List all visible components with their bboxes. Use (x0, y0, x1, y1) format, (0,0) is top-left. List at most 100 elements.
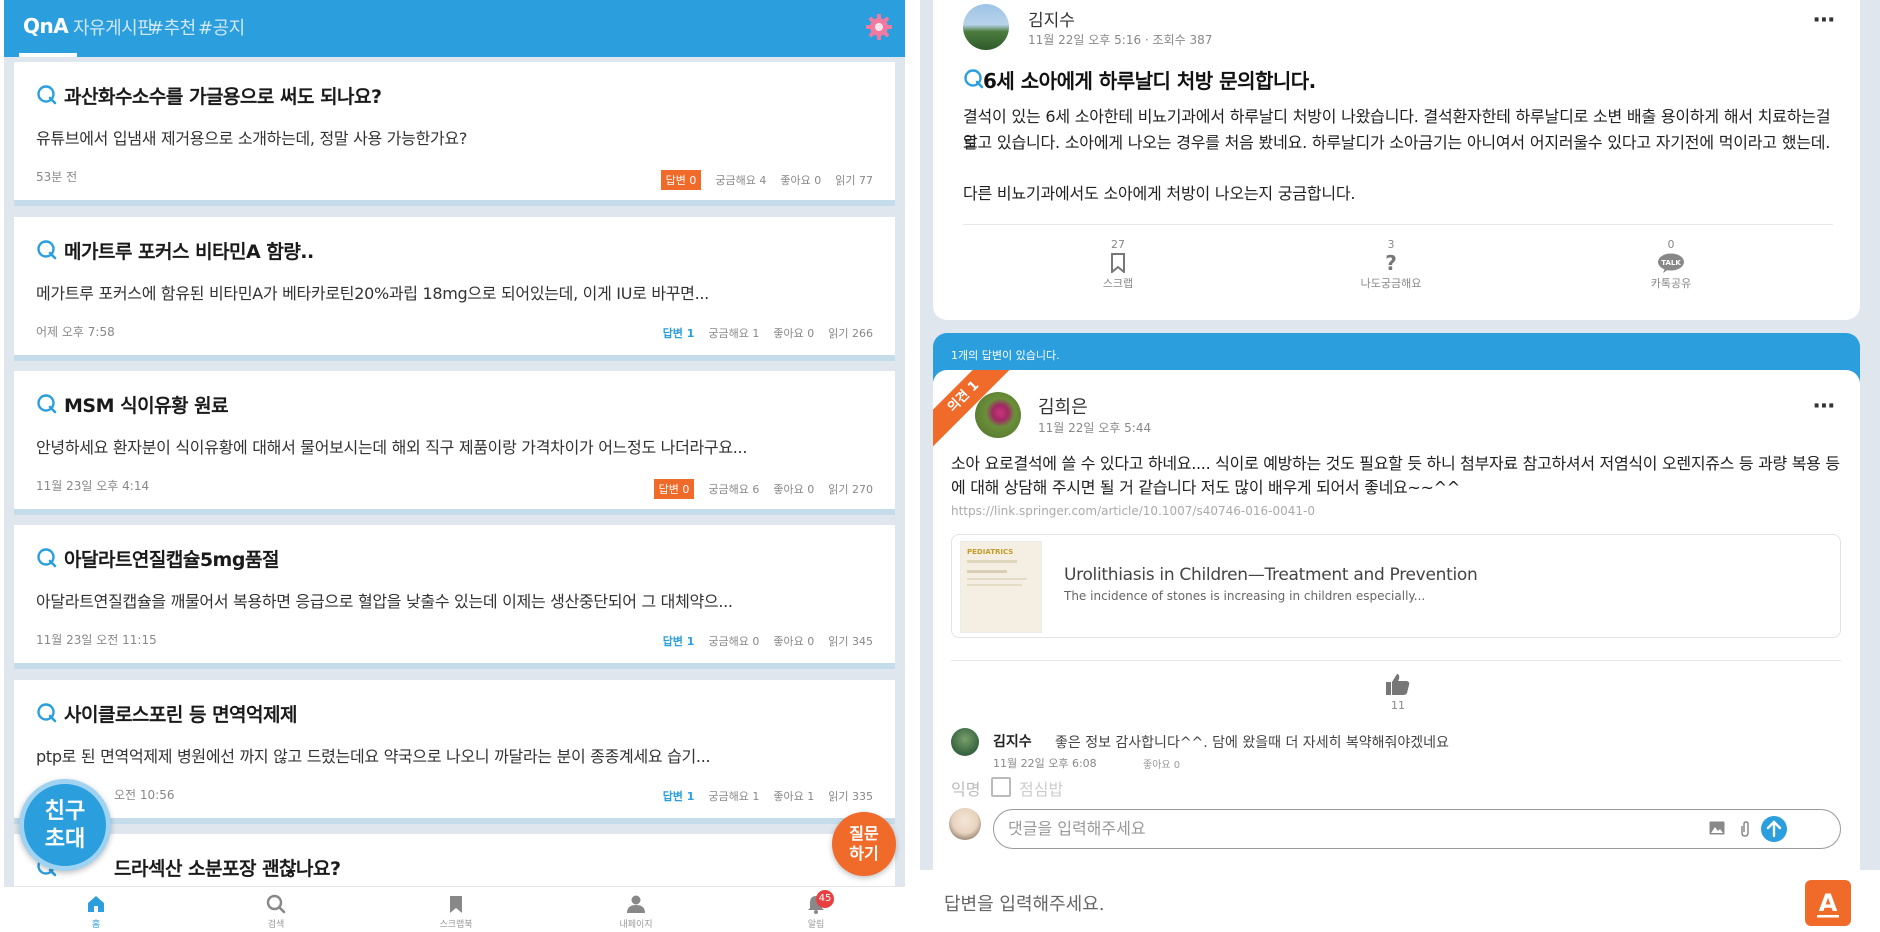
question-stats: 답변 1 궁금해요 1 좋아요 0 읽기 266 (663, 325, 873, 341)
nav-home[interactable]: 홈 (56, 893, 136, 930)
thumbs-up-icon (1386, 674, 1410, 695)
question-title: 사이클로스포린 등 면역억제제 (64, 704, 297, 726)
bottom-navigation: 홈 검색 스크랩북 내페이지 알림 (4, 886, 905, 932)
question-card[interactable]: 과산화수소수를 가글용으로 써도 되나요? 유튜브에서 입냄새 제거용으로 소개… (14, 62, 895, 206)
like-count: 좋아요 0 (773, 483, 815, 496)
post-author-name[interactable]: 김지수 (1028, 6, 1075, 31)
answer-count-badge: 답변 1 (662, 635, 695, 648)
like-count: 좋아요 0 (773, 635, 815, 648)
question-post: 김지수 11월 22일 오후 5:16 · 조회수 387 ⋯ 6세 소아에게 … (933, 0, 1860, 320)
read-count: 읽기 270 (828, 483, 873, 496)
image-attach-icon[interactable] (1709, 821, 1725, 835)
top-tab-bar: QnA 자유게시판 #추천 #공지 (4, 0, 905, 57)
curious-count: 궁금해요 0 (708, 635, 760, 648)
question-q-icon (37, 240, 57, 260)
nav-search[interactable]: 검색 (236, 893, 316, 930)
question-q-icon (964, 69, 984, 89)
svg-text:TALK: TALK (1661, 259, 1681, 267)
ask-label-line1: 질문 (849, 824, 879, 843)
post-body-line: 다른 비뇨기과에서도 소아에게 처방이 나오는지 궁금합니다. (963, 184, 1356, 203)
tab-recommend[interactable]: #추천 (149, 14, 196, 40)
more-options-icon[interactable]: ⋯ (1813, 8, 1836, 33)
question-preview: ptp로 된 면역억제제 병원에선 까지 않고 드렸는데요 약국으로 나오니 까… (36, 747, 711, 766)
thumb-journal-name: PEDIATRICS (967, 548, 1014, 556)
question-time: 11월 23일 오후 4:14 (36, 479, 150, 493)
arrow-up-icon (1766, 820, 1782, 838)
answer-author-name[interactable]: 김희은 (1038, 393, 1088, 419)
answer-count-badge: 답변 0 (653, 479, 695, 499)
question-preview: 아달라트연질캡슐을 깨물어서 복용하면 응급으로 혈압을 낮출수 있는데 이제는… (36, 592, 733, 611)
question-card[interactable]: 메가트루 포커스 비타민A 함량.. 메가트루 포커스에 함유된 비타민A가 베… (14, 217, 895, 361)
more-options-icon[interactable]: ⋯ (1813, 394, 1836, 419)
question-preview: 유튜브에서 입냄새 제거용으로 소개하는데, 정말 사용 가능한가요? (36, 129, 468, 148)
nav-scrapbook[interactable]: 스크랩북 (416, 893, 496, 930)
divider (951, 660, 1841, 661)
scrap-label: 스크랩 (1102, 277, 1134, 290)
tab-free-board[interactable]: 자유게시판 (73, 14, 154, 40)
question-q-icon (37, 394, 57, 414)
me-too-curious-button[interactable]: 3 ? 나도궁금해요 (1331, 238, 1451, 291)
paperclip-icon[interactable] (1739, 821, 1751, 837)
link-preview-card[interactable]: PEDIATRICS Urolithiasis in Children—Trea… (951, 534, 1841, 638)
question-preview: 메가트루 포커스에 함유된 비타민A가 베타카로틴20%과립 18mg으로 되어… (36, 284, 709, 303)
post-title: 6세 소아에게 하루날디 처방 문의합니다. (983, 69, 1316, 93)
question-card[interactable]: 사이클로스포린 등 면역억제제 ptp로 된 면역억제제 병원에선 까지 않고 … (14, 680, 895, 824)
answer-like-button[interactable]: 11 (1373, 672, 1423, 712)
question-title: 메가트루 포커스 비타민A 함량.. (64, 241, 314, 263)
question-card[interactable]: 아달라트연질캡슐5mg품절 아달라트연질캡슐을 깨물어서 복용하면 응급으로 혈… (14, 525, 895, 669)
comment-like-button[interactable]: 좋아요 0 (1143, 756, 1180, 771)
answer-count-badge: 답변 1 (662, 790, 695, 803)
question-q-icon (37, 548, 57, 568)
answer-input-bar: 답변을 입력해주세요. A (920, 870, 1880, 932)
send-comment-button[interactable] (1761, 816, 1787, 842)
curious-count: 궁금해요 1 (708, 790, 760, 803)
question-stats: 답변 1 궁금해요 0 좋아요 0 읽기 345 (663, 633, 873, 649)
question-mark-icon: ? (1385, 253, 1397, 273)
comment-text: 좋은 정보 감사합니다^^. 담에 왔을때 더 자세히 복약해줘야겠네요 (1055, 735, 1449, 751)
question-stats: 답변 0 궁금해요 6 좋아요 0 읽기 270 (653, 479, 873, 499)
search-icon (266, 894, 286, 914)
person-icon (627, 895, 645, 913)
write-answer-button[interactable]: A (1805, 880, 1851, 926)
question-time: 어제 오후 7:58 (36, 325, 115, 339)
post-body-line: 알고 있습니다. 소아에게 나오는 경우를 처음 봤네요. 하루날디가 소아금기… (963, 133, 1831, 152)
question-preview: 안녕하세요 환자분이 식이유황에 대해서 물어보시는데 해외 직구 제품이랑 가… (36, 438, 748, 457)
answer-input[interactable]: 답변을 입력해주세요. (944, 890, 1104, 916)
nav-notifications-label: 알림 (807, 920, 825, 930)
ask-label-line2: 하기 (849, 844, 879, 863)
nav-mypage-label: 내페이지 (619, 920, 653, 930)
kakao-share-button[interactable]: 0 TALK 카톡공유 (1611, 238, 1731, 291)
answers-count-text: 1개의 답변이 있습니다. (951, 349, 1060, 362)
tab-notice[interactable]: #공지 (198, 14, 245, 40)
question-card[interactable]: MSM 식이유황 원료 안녕하세요 환자분이 식이유황에 대해서 물어보시는데 … (14, 371, 895, 515)
invite-friends-button[interactable]: 친구 초대 (19, 779, 111, 871)
answerer-avatar[interactable] (975, 392, 1021, 438)
question-title: 과산화수소수를 가글용으로 써도 되나요? (64, 86, 382, 108)
commenter-avatar[interactable] (951, 728, 979, 756)
ask-question-button[interactable]: 질문 하기 (832, 812, 896, 876)
scrap-button[interactable]: 27 스크랩 (1058, 238, 1178, 291)
invite-label-line2: 초대 (44, 827, 86, 852)
question-q-icon (37, 85, 57, 105)
question-title: MSM 식이유황 원료 (64, 395, 229, 417)
bookmark-icon (1111, 253, 1125, 273)
answer-link-url[interactable]: https://link.springer.com/article/10.100… (951, 504, 1315, 518)
answer-body-line: 소아 요로결석에 쓸 수 있다고 하네요.... 식이로 예방하는 것도 필요할… (951, 454, 1840, 473)
share-label: 카톡공유 (1650, 277, 1692, 290)
question-q-icon (37, 703, 57, 723)
nav-scrapbook-label: 스크랩북 (439, 920, 473, 930)
anonymous-checkbox[interactable] (991, 777, 1011, 797)
like-count: 좋아요 1 (773, 790, 815, 803)
author-avatar[interactable] (963, 4, 1009, 50)
curious-count: 궁금해요 6 (708, 483, 760, 496)
question-time: 11월 23일 오전 11:15 (36, 633, 157, 647)
tab-qna[interactable]: QnA (23, 14, 69, 38)
nav-search-label: 검색 (267, 920, 285, 930)
answer-meta: 11월 22일 오후 5:44 (1038, 421, 1152, 435)
read-count: 읽기 266 (828, 327, 873, 340)
read-count: 읽기 345 (828, 635, 873, 648)
comment-author[interactable]: 김지수 (993, 731, 1032, 751)
nav-mypage[interactable]: 내페이지 (596, 893, 676, 930)
answer-a-icon: A (1817, 889, 1839, 918)
settings-gear-icon[interactable] (865, 13, 893, 41)
